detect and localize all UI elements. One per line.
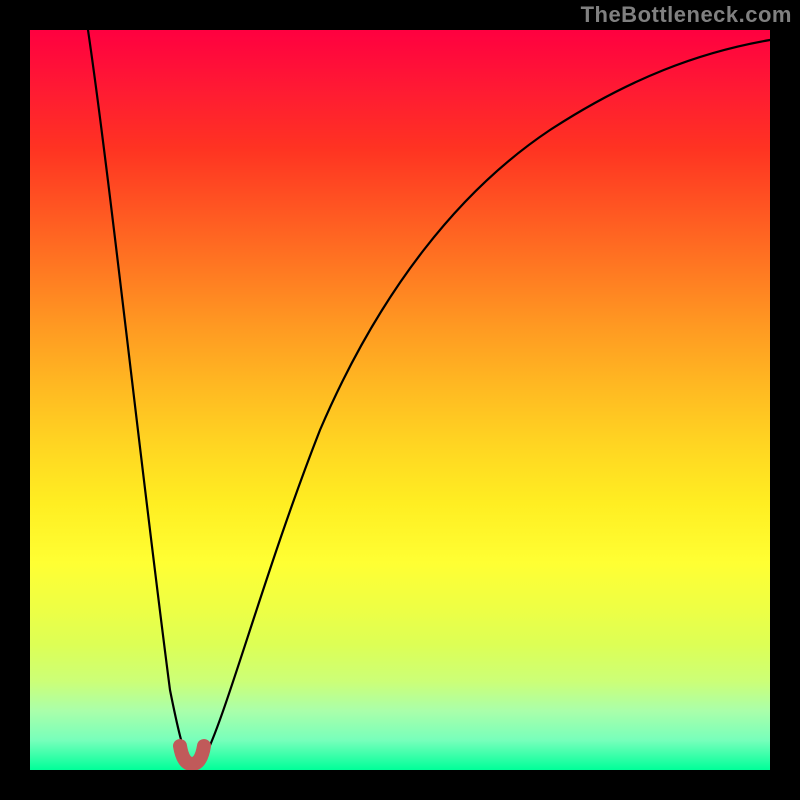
plot-area [30, 30, 770, 770]
bottleneck-curve [88, 30, 770, 764]
curve-svg [30, 30, 770, 770]
minimum-marker [180, 746, 204, 764]
attribution-text: TheBottleneck.com [581, 2, 792, 28]
chart-frame: TheBottleneck.com [0, 0, 800, 800]
